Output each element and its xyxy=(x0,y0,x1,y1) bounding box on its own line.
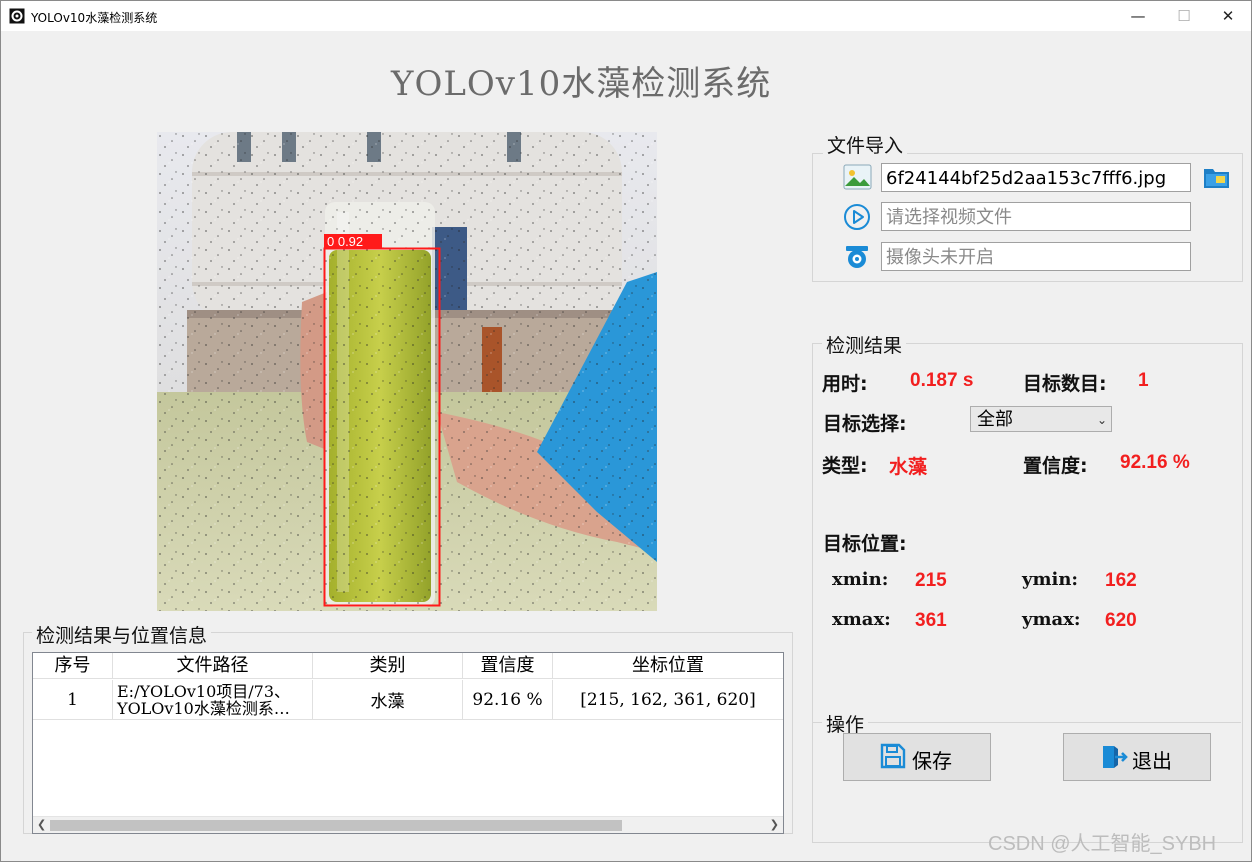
horizontal-scrollbar[interactable]: ❮ ❯ xyxy=(33,816,783,833)
count-value: 1 xyxy=(1138,370,1149,391)
scroll-left-icon[interactable]: ❮ xyxy=(37,817,46,833)
count-label: 目标数目: xyxy=(1023,373,1107,395)
position-label: 目标位置: xyxy=(823,533,907,555)
xmin-label: xmin: xyxy=(832,569,889,590)
video-path-field[interactable]: 请选择视频文件 xyxy=(881,202,1191,231)
header-coords[interactable]: 坐标位置 xyxy=(553,653,783,679)
file-import-title: 文件导入 xyxy=(823,131,908,158)
ymax-label: ymax: xyxy=(1022,609,1081,630)
cell-path-line2: YOLOv10水藻检测系… xyxy=(117,698,290,718)
image-file-icon[interactable] xyxy=(843,164,872,190)
target-select-dropdown[interactable]: 全部 ⌄ xyxy=(970,406,1112,432)
detection-label: 0 0.92 xyxy=(327,234,363,249)
cell-path[interactable]: E:/YOLOv10项目/73、 YOLOv10水藻检测系… xyxy=(113,680,313,720)
time-label: 用时: xyxy=(822,373,868,395)
xmax-label: xmax: xyxy=(832,609,891,630)
xmin-value: 215 xyxy=(915,570,947,591)
save-icon xyxy=(880,743,906,769)
cell-index[interactable]: 1 xyxy=(33,680,113,720)
save-button-label: 保存 xyxy=(912,749,952,773)
maximize-button[interactable]: ☐ xyxy=(1161,1,1207,31)
close-button[interactable]: ✕ xyxy=(1205,1,1251,31)
exit-button[interactable]: 退出 xyxy=(1063,733,1211,781)
image-path-field[interactable]: 6f24144bf25d2aa153c7fff6.jpg xyxy=(881,163,1191,192)
exit-button-label: 退出 xyxy=(1132,749,1172,773)
detection-image-view: 0 0.92 xyxy=(157,132,657,611)
detection-image: 0 0.92 xyxy=(157,132,657,611)
app-window: YOLOv10水藻检测系统 — ☐ ✕ YOLOv10水藻检测系统 0 0.92… xyxy=(0,0,1252,862)
ymin-value: 162 xyxy=(1105,570,1137,591)
folder-open-icon[interactable] xyxy=(1202,163,1232,191)
ymin-label: ymin: xyxy=(1022,569,1079,590)
header-path[interactable]: 文件路径 xyxy=(113,653,313,679)
save-button[interactable]: 保存 xyxy=(843,733,991,781)
type-label: 类型: xyxy=(822,455,868,477)
video-play-icon[interactable] xyxy=(843,203,871,231)
confidence-label: 置信度: xyxy=(1023,455,1088,477)
ymax-value: 620 xyxy=(1105,610,1137,631)
camera-icon[interactable] xyxy=(843,243,871,271)
camera-status-field[interactable]: 摄像头未开启 xyxy=(881,242,1191,271)
xmax-value: 361 xyxy=(915,610,947,631)
window-title: YOLOv10水藻检测系统 xyxy=(31,11,158,25)
scroll-thumb[interactable] xyxy=(50,820,622,831)
cell-confidence[interactable]: 92.16 % xyxy=(463,680,553,720)
target-select-label: 目标选择: xyxy=(823,413,907,435)
cell-path-line1: E:/YOLOv10项目/73、 xyxy=(117,681,291,701)
results-table: 序号 文件路径 类别 置信度 坐标位置 1 E:/YOLOv10项目/73、 Y… xyxy=(32,652,784,834)
minimize-button[interactable]: — xyxy=(1115,1,1161,31)
type-value: 水藻 xyxy=(889,457,928,478)
app-heading: YOLOv10水藻检测系统 xyxy=(391,64,772,104)
cell-class[interactable]: 水藻 xyxy=(313,680,463,720)
target-select-value: 全部 xyxy=(977,409,1013,430)
app-logo-icon xyxy=(9,8,25,24)
table-title: 检测结果与位置信息 xyxy=(32,621,212,648)
watermark: CSDN @人工智能_SYBH xyxy=(988,833,1217,855)
cell-coords[interactable]: [215, 162, 361, 620] xyxy=(553,680,783,720)
header-class[interactable]: 类别 xyxy=(313,653,463,679)
header-confidence[interactable]: 置信度 xyxy=(463,653,553,679)
results-title: 检测结果 xyxy=(822,331,907,358)
time-value: 0.187 s xyxy=(910,370,974,391)
scroll-right-icon[interactable]: ❯ xyxy=(770,817,779,833)
title-bar: YOLOv10水藻检测系统 — ☐ ✕ xyxy=(1,1,1251,31)
chevron-down-icon: ⌄ xyxy=(1096,413,1107,427)
exit-icon xyxy=(1103,746,1128,768)
header-index[interactable]: 序号 xyxy=(33,653,113,679)
confidence-value: 92.16 % xyxy=(1120,452,1190,473)
